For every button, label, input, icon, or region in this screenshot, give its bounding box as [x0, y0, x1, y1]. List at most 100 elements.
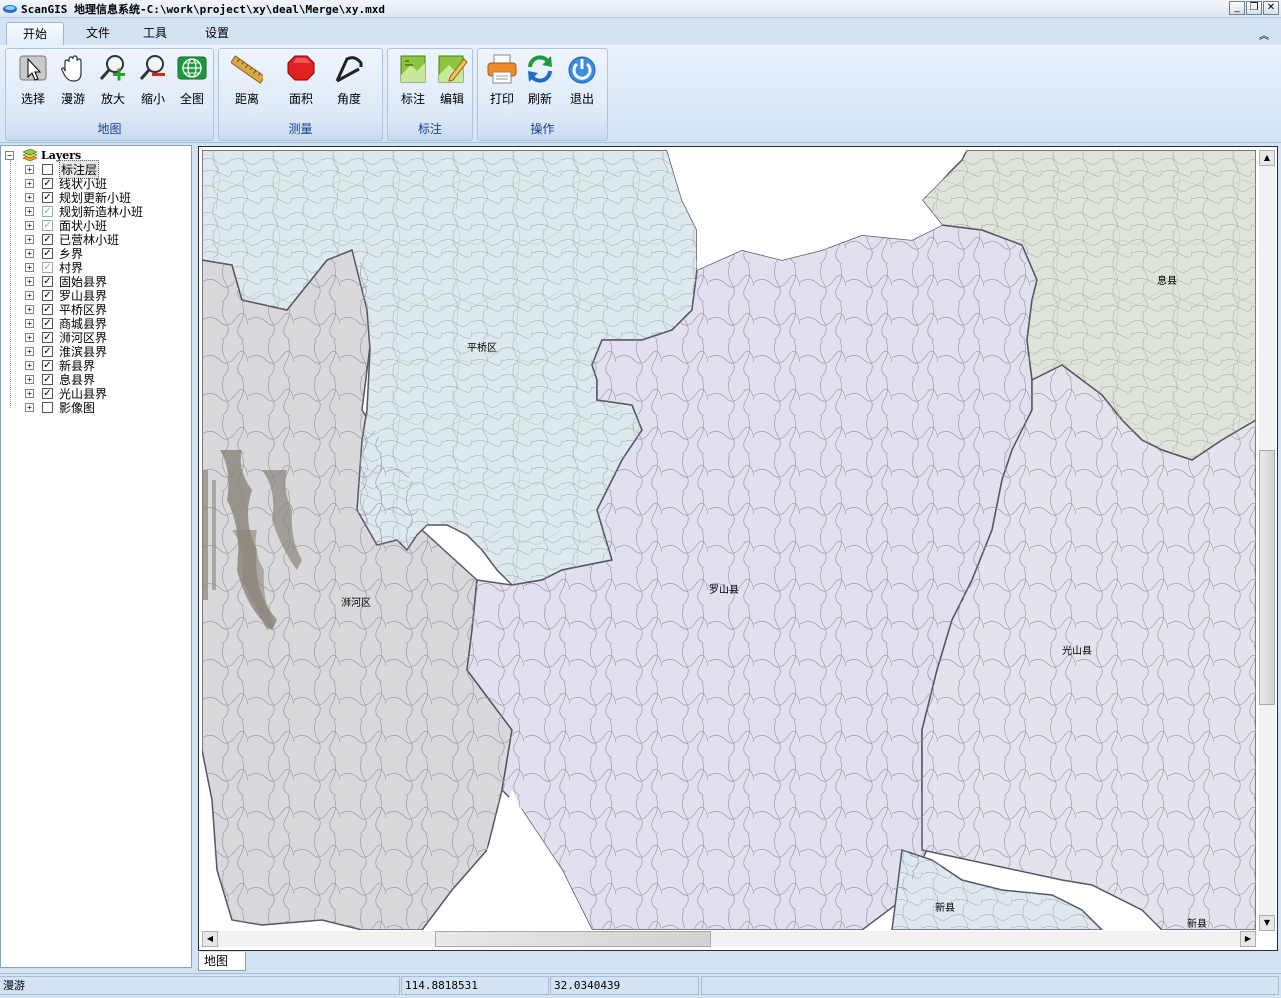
- layer-visibility-checkbox[interactable]: ✓: [42, 233, 53, 245]
- zoom-in-label: 放大: [100, 92, 125, 106]
- status-y-coordinate: 32.0340439: [550, 976, 699, 995]
- layer-expand-toggle[interactable]: +: [25, 304, 34, 314]
- layer-expand-toggle[interactable]: +: [25, 164, 34, 174]
- area-octagon-icon: [287, 55, 315, 81]
- layer-visibility-checkbox[interactable]: ✓: [42, 191, 53, 203]
- printer-icon: [487, 54, 517, 84]
- layer-visibility-checkbox[interactable]: ✓: [42, 261, 53, 273]
- restore-button[interactable]: ❐: [1246, 1, 1262, 15]
- map-horizontal-scrollbar[interactable]: ◀ ▶: [202, 931, 1256, 947]
- map-view[interactable]: 平桥区 息县 浉河区 罗山县 光山县 新县 新县 ▲ ▼ ◀ ▶: [198, 146, 1278, 951]
- pan-button[interactable]: 漫游: [53, 51, 93, 109]
- layer-expand-toggle[interactable]: +: [25, 206, 34, 216]
- scroll-left-arrow[interactable]: ◀: [202, 931, 218, 947]
- map-label-guangshan: 光山县: [1062, 644, 1092, 657]
- layer-visibility-checkbox[interactable]: [42, 163, 53, 175]
- measure-area-button[interactable]: 面积: [280, 51, 322, 109]
- zoom-out-icon: [139, 55, 165, 80]
- ribbon-group-annotate: 标注 编辑 标注: [387, 48, 473, 141]
- layer-expand-toggle[interactable]: +: [25, 220, 34, 230]
- print-label: 打印: [489, 92, 514, 106]
- layer-visibility-checkbox[interactable]: ✓: [42, 345, 53, 357]
- zoom-out-label: 缩小: [140, 92, 165, 106]
- layer-visibility-checkbox[interactable]: ✓: [42, 303, 53, 315]
- annotate-button[interactable]: 标注: [393, 51, 433, 109]
- layer-expand-toggle[interactable]: +: [25, 248, 34, 258]
- layer-expand-toggle[interactable]: +: [25, 192, 34, 202]
- tab-file[interactable]: 文件: [78, 22, 118, 45]
- layer-expand-toggle[interactable]: +: [25, 346, 34, 356]
- layer-item[interactable]: + 影像图: [25, 400, 96, 415]
- map-svg[interactable]: 平桥区 息县 浉河区 罗山县 光山县 新县 新县: [202, 150, 1256, 930]
- zoom-in-icon: [99, 55, 125, 81]
- measure-angle-button[interactable]: 角度: [328, 51, 370, 109]
- layer-expand-toggle[interactable]: +: [25, 178, 34, 188]
- status-mode: 漫游: [0, 976, 400, 995]
- layer-expand-toggle[interactable]: +: [25, 374, 34, 384]
- layer-visibility-checkbox[interactable]: ✓: [42, 359, 53, 371]
- layer-expand-toggle[interactable]: +: [25, 290, 34, 300]
- layer-expand-toggle[interactable]: +: [25, 388, 34, 398]
- tab-tools[interactable]: 工具: [135, 22, 175, 45]
- measure-distance-label: 距离: [234, 92, 259, 106]
- scroll-right-arrow[interactable]: ▶: [1240, 931, 1256, 947]
- map-group-label: 地图: [97, 122, 122, 136]
- select-arrow-icon: [19, 55, 47, 81]
- scroll-up-arrow[interactable]: ▲: [1259, 150, 1275, 166]
- window-title: ScanGIS 地理信息系统-C:\work\project\xy\deal\M…: [21, 2, 386, 16]
- measure-area-label: 面积: [288, 92, 313, 106]
- pan-label: 漫游: [60, 92, 85, 106]
- close-button[interactable]: ✕: [1263, 1, 1279, 15]
- scroll-down-arrow[interactable]: ▼: [1259, 915, 1275, 931]
- tab-start[interactable]: 开始: [6, 22, 64, 45]
- layer-expand-toggle[interactable]: +: [25, 262, 34, 272]
- layer-visibility-checkbox[interactable]: ✓: [42, 387, 53, 399]
- layer-expand-toggle[interactable]: +: [25, 402, 34, 412]
- status-extra: [701, 976, 1279, 995]
- layer-name: 影像图: [59, 400, 96, 415]
- layer-visibility-checkbox[interactable]: ✓: [42, 373, 53, 385]
- ribbon-collapse-button[interactable]: ︽: [1259, 27, 1269, 42]
- layer-visibility-checkbox[interactable]: [42, 401, 53, 413]
- map-label-xinxian-2: 新县: [1187, 917, 1207, 930]
- layer-expand-toggle[interactable]: +: [25, 276, 34, 286]
- horizontal-scroll-thumb[interactable]: [435, 931, 711, 947]
- layer-visibility-checkbox[interactable]: ✓: [42, 205, 53, 217]
- root-collapse-toggle[interactable]: −: [5, 150, 14, 160]
- annotate-group-label: 标注: [417, 122, 442, 136]
- exit-power-icon: [568, 56, 596, 84]
- layer-visibility-checkbox[interactable]: ✓: [42, 275, 53, 287]
- layers-panel: − Layers + 标注层 + ✓ 线状小班 + ✓ 规划更新小班 + ✓ 规划新造林小班 + ✓ 面…: [0, 145, 192, 968]
- layer-expand-toggle[interactable]: +: [25, 234, 34, 244]
- select-button[interactable]: 选择: [13, 51, 53, 109]
- map-document-tab[interactable]: 地图: [198, 952, 246, 971]
- layer-expand-toggle[interactable]: +: [25, 318, 34, 328]
- layer-visibility-checkbox[interactable]: ✓: [42, 289, 53, 301]
- vertical-scroll-thumb[interactable]: [1259, 450, 1275, 705]
- exit-button[interactable]: 退出: [562, 51, 602, 109]
- refresh-button[interactable]: 刷新: [520, 51, 560, 109]
- map-vertical-scrollbar[interactable]: ▲ ▼: [1259, 150, 1275, 931]
- zoom-in-button[interactable]: 放大: [93, 51, 133, 109]
- ribbon-group-map: 选择 漫游 放大 缩小 全图 地图: [5, 48, 214, 141]
- map-canvas[interactable]: 平桥区 息县 浉河区 罗山县 光山县 新县 新县: [202, 150, 1256, 930]
- layer-visibility-checkbox[interactable]: ✓: [42, 219, 53, 231]
- full-extent-button[interactable]: 全图: [172, 51, 212, 109]
- zoom-out-button[interactable]: 缩小: [133, 51, 173, 109]
- exit-label: 退出: [569, 92, 594, 106]
- minimize-button[interactable]: _: [1229, 1, 1245, 15]
- measure-distance-button[interactable]: 距离: [226, 51, 268, 109]
- print-button[interactable]: 打印: [482, 51, 522, 109]
- edit-map-icon: [438, 55, 468, 83]
- edit-label: 编辑: [439, 92, 464, 106]
- tab-settings[interactable]: 设置: [197, 22, 237, 45]
- layer-expand-toggle[interactable]: +: [25, 332, 34, 342]
- layer-visibility-checkbox[interactable]: ✓: [42, 317, 53, 329]
- layer-expand-toggle[interactable]: +: [25, 360, 34, 370]
- layers-icon: [22, 148, 38, 161]
- layer-visibility-checkbox[interactable]: ✓: [42, 331, 53, 343]
- status-bar: 漫游 114.8818531 32.0340439: [0, 973, 1281, 996]
- layer-visibility-checkbox[interactable]: ✓: [42, 177, 53, 189]
- edit-button[interactable]: 编辑: [432, 51, 472, 109]
- layer-visibility-checkbox[interactable]: ✓: [42, 247, 53, 259]
